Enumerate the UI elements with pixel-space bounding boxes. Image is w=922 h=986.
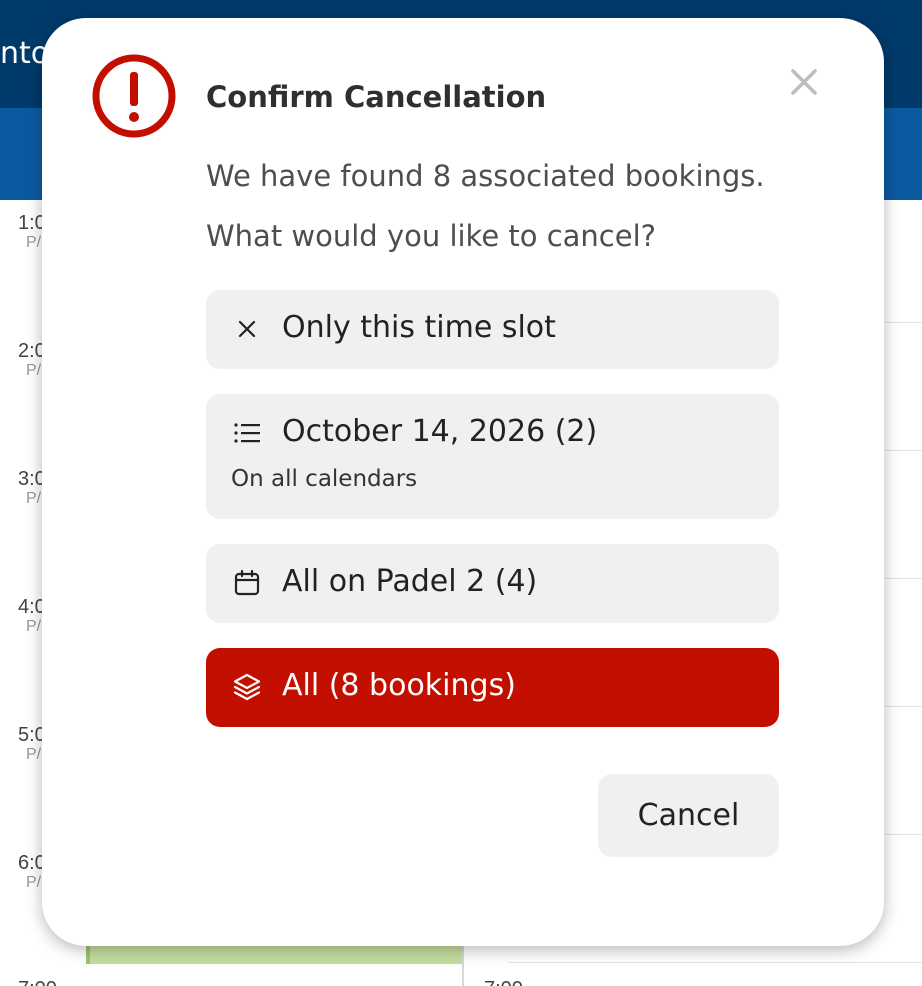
grid-line <box>884 834 922 835</box>
close-x-icon <box>232 314 262 344</box>
option-only-this-time-slot[interactable]: Only this time slot <box>206 290 779 369</box>
dialog-title: Confirm Cancellation <box>206 80 547 114</box>
grid-line <box>508 962 922 963</box>
warning-icon <box>92 54 176 138</box>
option-same-day[interactable]: October 14, 2026 (2) On all calendars <box>206 394 779 519</box>
time-label: 7:00 <box>484 978 523 986</box>
list-icon <box>232 418 262 448</box>
close-button[interactable] <box>782 60 826 104</box>
time-label: 7:00 <box>18 978 57 986</box>
confirm-cancellation-dialog: Confirm Cancellation We have found 8 ass… <box>42 18 884 946</box>
option-all-bookings[interactable]: All (8 bookings) <box>206 648 779 727</box>
cancel-button[interactable]: Cancel <box>598 774 779 857</box>
layers-icon <box>232 672 262 702</box>
grid-line <box>884 578 922 579</box>
message-line: We have found 8 associated bookings. <box>206 159 765 193</box>
option-label: Only this time slot <box>282 310 556 345</box>
message-line: What would you like to cancel? <box>206 219 657 253</box>
option-label: October 14, 2026 (2) <box>282 414 598 449</box>
option-label: All (8 bookings) <box>282 668 516 703</box>
dialog-message: We have found 8 associated bookings. Wha… <box>206 146 846 266</box>
option-sublabel: On all calendars <box>231 466 418 492</box>
column-divider <box>462 940 464 986</box>
grid-line <box>884 322 922 323</box>
option-all-on-court[interactable]: All on Padel 2 (4) <box>206 544 779 623</box>
calendar-icon <box>232 568 262 598</box>
booking-block[interactable] <box>86 946 462 964</box>
grid-line <box>884 450 922 451</box>
option-label: All on Padel 2 (4) <box>282 564 538 599</box>
close-icon <box>791 69 817 95</box>
grid-line <box>884 706 922 707</box>
